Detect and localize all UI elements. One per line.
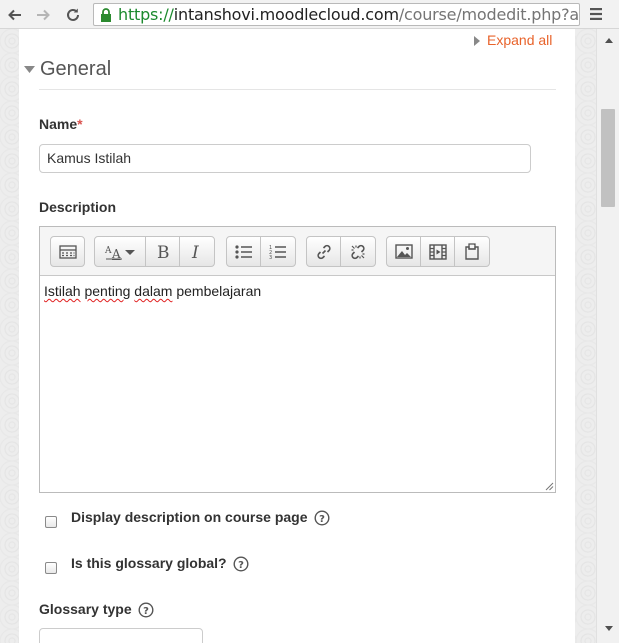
link-icon — [316, 244, 331, 259]
toolbar-group-3: 123 — [226, 236, 296, 267]
glossary-global-checkbox[interactable] — [45, 562, 57, 574]
show-more-buttons-button[interactable] — [51, 237, 84, 266]
help-icon[interactable]: ? — [314, 510, 330, 526]
required-marker: * — [77, 116, 83, 132]
browser-toolbar: https://intanshovi.moodlecloud.com/cours… — [0, 0, 619, 29]
name-input[interactable]: Kamus Istilah — [39, 144, 531, 173]
unlink-button[interactable] — [341, 237, 375, 266]
description-editor[interactable]: AA B I 123 Istilah penting dalam pembela… — [39, 226, 556, 493]
description-label: Description — [39, 199, 117, 215]
unlink-icon — [351, 244, 365, 259]
description-word: pembelajaran — [176, 283, 262, 299]
expand-all-link[interactable]: Expand all — [474, 32, 552, 48]
description-word: penting — [84, 283, 131, 299]
file-icon — [465, 243, 479, 260]
image-button[interactable] — [387, 237, 421, 266]
glossary-type-select[interactable] — [39, 628, 203, 643]
svg-text:A: A — [104, 246, 112, 256]
caret-right-icon — [474, 35, 480, 46]
media-button[interactable] — [421, 237, 455, 266]
editor-toolbar: AA B I 123 — [40, 227, 555, 276]
resize-handle-icon[interactable] — [545, 482, 554, 491]
glossary-global-row: Is this glossary global?? — [45, 555, 249, 574]
toolbar-group-1 — [50, 236, 85, 267]
ordered-list-icon: 123 — [269, 245, 286, 260]
image-icon — [394, 244, 413, 259]
back-button[interactable] — [4, 4, 26, 26]
glossary-global-label: Is this glossary global?? — [71, 555, 249, 572]
arrow-right-icon — [37, 9, 50, 21]
lock-icon — [101, 8, 111, 22]
svg-text:?: ? — [319, 514, 325, 525]
expand-all-label: Expand all — [487, 32, 553, 48]
bold-icon: B — [157, 243, 170, 261]
hamburger-menu-icon[interactable] — [588, 6, 604, 22]
font-style-icon: AA — [104, 246, 135, 260]
scroll-up-arrow-icon[interactable] — [605, 37, 613, 43]
svg-text:B: B — [157, 243, 170, 261]
reload-icon — [67, 8, 79, 21]
unordered-list-icon — [234, 244, 252, 259]
file-button[interactable] — [455, 237, 489, 266]
link-button[interactable] — [307, 237, 341, 266]
display-description-label: Display description on course page? — [71, 509, 330, 526]
caret-down-icon — [24, 66, 35, 73]
scroll-down-arrow-icon[interactable] — [605, 626, 613, 632]
italic-icon: I — [191, 243, 199, 261]
reload-button[interactable] — [62, 4, 84, 26]
section-divider — [39, 89, 556, 90]
scrollbar-thumb[interactable] — [601, 109, 615, 207]
svg-text:?: ? — [238, 560, 244, 571]
help-icon[interactable]: ? — [233, 556, 249, 572]
display-description-row: Display description on course page? — [45, 509, 330, 528]
bold-button[interactable]: B — [146, 237, 180, 266]
url-text: https://intanshovi.moodlecloud.com/cours… — [118, 5, 580, 24]
glossary-type-label: Glossary type? — [39, 601, 154, 618]
svg-text:A: A — [111, 247, 121, 260]
toolbar-group-5 — [386, 236, 490, 267]
description-word: dalam — [134, 283, 173, 299]
display-description-checkbox[interactable] — [45, 516, 57, 528]
svg-text:3: 3 — [269, 255, 272, 260]
arrow-left-icon — [8, 9, 21, 21]
svg-text:?: ? — [143, 606, 149, 617]
italic-button[interactable]: I — [180, 237, 214, 266]
help-icon[interactable]: ? — [138, 602, 154, 618]
show-more-buttons-icon — [58, 244, 77, 259]
ordered-list-button[interactable]: 123 — [261, 237, 295, 266]
forward-button[interactable] — [32, 4, 54, 26]
font-style-button[interactable]: AA — [95, 237, 146, 266]
description-word: Istilah — [44, 283, 81, 299]
section-title: General — [40, 58, 112, 80]
vertical-scrollbar[interactable] — [596, 29, 619, 643]
description-text[interactable]: Istilah penting dalam pembelajaran — [44, 283, 261, 299]
name-label: Name* — [39, 116, 83, 132]
svg-text:I: I — [191, 243, 199, 261]
section-header-general[interactable]: General — [24, 58, 111, 81]
address-bar[interactable]: https://intanshovi.moodlecloud.com/cours… — [93, 3, 580, 26]
unordered-list-button[interactable] — [227, 237, 261, 266]
toolbar-group-4 — [306, 236, 376, 267]
media-icon — [428, 243, 447, 260]
toolbar-group-2: AA B I — [94, 236, 215, 267]
